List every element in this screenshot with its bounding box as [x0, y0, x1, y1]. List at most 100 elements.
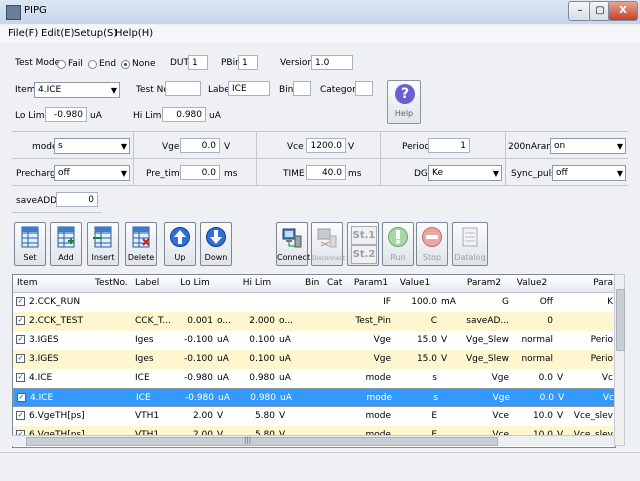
period-field[interactable]: 1 — [428, 138, 470, 153]
syncpulse-select-value: off — [556, 168, 568, 178]
row-checkbox[interactable]: ✓ — [16, 373, 25, 382]
column-header[interactable]: TestNo. — [95, 275, 131, 292]
column-header[interactable] — [441, 275, 457, 292]
vertical-scroll-thumb[interactable] — [616, 289, 625, 351]
table-row[interactable]: ✓6.VgeTH[ps]VTH12.00V5.80VmodeEVce10.0VV… — [13, 407, 615, 426]
radio-end[interactable] — [88, 60, 97, 69]
table-cell: G — [502, 297, 509, 307]
precharge-select[interactable]: off ▼ — [54, 165, 130, 181]
column-header[interactable]: Item — [17, 275, 93, 292]
category-field[interactable] — [355, 81, 373, 96]
vge-field[interactable]: 0.0 — [180, 138, 220, 153]
mode-select[interactable]: s ▼ — [54, 138, 130, 154]
table-cell — [239, 294, 275, 311]
column-header[interactable]: Param2 — [459, 275, 509, 292]
horizontal-scroll-thumb[interactable] — [26, 437, 498, 446]
row-checkbox[interactable]: ✓ — [16, 335, 25, 344]
pbin-field[interactable]: 1 — [238, 55, 258, 70]
table-cell: V — [558, 393, 565, 403]
table-cell — [305, 370, 325, 387]
add-button[interactable]: Add — [50, 222, 82, 266]
column-header[interactable]: Bin — [305, 275, 325, 292]
time-field[interactable]: 40.0 — [306, 165, 346, 180]
table-cell: normal — [521, 335, 553, 345]
column-header[interactable] — [279, 275, 301, 292]
row-checkbox[interactable]: ✓ — [16, 297, 25, 306]
row-checkbox[interactable]: ✓ — [17, 393, 26, 402]
divider — [12, 131, 628, 132]
table-row[interactable]: ✓ 3.IGES Iges -0.100 uA 0.100 uA Vge 15.0 V Vge_Sl… — [13, 331, 615, 350]
pretime-field[interactable]: 0.0 — [180, 165, 220, 180]
column-header[interactable]: Lo Lim — [177, 275, 213, 292]
syncpulse-select[interactable]: off ▼ — [552, 165, 626, 181]
table-row[interactable]: ✓ 4.ICE ICE -0.980 uA 0.980 uA mode s Vge 0.0 V Vc — [13, 369, 615, 388]
chevron-down-icon: ▼ — [616, 142, 623, 151]
down-button[interactable]: Down — [200, 222, 232, 266]
saveaddr-field[interactable]: 0 — [56, 192, 98, 207]
row-checkbox[interactable]: ✓ — [16, 316, 25, 325]
table-cell: ICE — [135, 373, 150, 383]
table-cell: 3.IGES — [29, 354, 59, 364]
help-button[interactable]: ? Help — [387, 80, 421, 124]
testno-field[interactable] — [165, 81, 201, 96]
menu-setup[interactable]: Setup(S) — [74, 28, 117, 39]
delete-button-label: Delete — [127, 253, 155, 262]
vce-field[interactable]: 1200.0 — [306, 138, 346, 153]
table-cell — [441, 313, 457, 330]
window-title: PIPG — [24, 5, 47, 16]
lo-limit-field[interactable]: -0.980 — [45, 107, 87, 122]
app-window: PIPG – ▢ X File(F) Edit(E) Setup(S) Help… — [0, 0, 640, 481]
radio-fail[interactable] — [57, 60, 66, 69]
arrow-down-icon — [206, 227, 226, 247]
radio-none[interactable] — [121, 60, 130, 69]
run-button[interactable]: Run — [382, 222, 414, 266]
item-select[interactable]: 4.ICE ▼ — [34, 82, 120, 98]
table-row[interactable]: ✓ 2.CCK_TEST CCK_T... 0.001 o... 2.000 o... Tes… — [13, 312, 615, 331]
disconnect-button[interactable]: Disconnect — [311, 222, 345, 266]
column-header[interactable] — [217, 275, 239, 292]
table-row[interactable]: ✓ 2.CCK_RUN IF 100.0 mA G Off K — [13, 293, 615, 312]
column-header[interactable]: Param1 — [351, 275, 391, 292]
column-header[interactable]: Value2 — [511, 275, 553, 292]
insert-button[interactable]: Insert — [87, 222, 119, 266]
close-button[interactable]: X — [608, 1, 638, 21]
vertical-scrollbar[interactable] — [614, 274, 625, 446]
column-header[interactable]: Cat — [327, 275, 349, 292]
table-cell: Iges — [135, 335, 154, 345]
table-cell — [441, 370, 457, 387]
table-row[interactable]: ✓ 4.ICE ICE -0.980 uA 0.980 uA mode s Vge 0.0 V Vc — [13, 388, 615, 407]
label-field[interactable]: ICE — [228, 81, 270, 96]
bin-field[interactable] — [293, 81, 311, 96]
menu-file[interactable]: File(F) — [8, 28, 38, 39]
table-row[interactable]: ✓ 3.IGES Iges -0.100 uA 0.100 uA Vge 15.0 V Vge_Sl… — [13, 350, 615, 369]
column-header[interactable] — [557, 275, 571, 292]
datalog-button[interactable]: Datalog — [452, 222, 488, 266]
stop-button[interactable]: Stop — [416, 222, 448, 266]
hi-limit-field[interactable]: 0.980 — [162, 107, 206, 122]
set-button[interactable]: Set — [14, 222, 46, 266]
row-checkbox[interactable]: ✓ — [16, 354, 25, 363]
delete-button[interactable]: Delete — [125, 222, 157, 266]
menu-help[interactable]: Help(H) — [115, 28, 153, 39]
dg-select[interactable]: Ke ▼ — [428, 165, 502, 181]
up-button[interactable]: Up — [164, 222, 196, 266]
version-field[interactable]: 1.0 — [311, 55, 353, 70]
table-cell — [573, 313, 613, 330]
connect-button[interactable]: Connect — [276, 222, 310, 266]
column-header[interactable]: Para — [573, 275, 613, 292]
station-button[interactable]: St.1 St.2 — [347, 222, 379, 266]
horizontal-scrollbar[interactable]: ||| — [12, 435, 614, 446]
divider — [256, 132, 257, 185]
column-header[interactable]: Hi Lim — [239, 275, 275, 292]
arange-select[interactable]: on ▼ — [550, 138, 626, 154]
dut-field[interactable]: 1 — [188, 55, 208, 70]
column-header[interactable]: Value1 — [393, 275, 437, 292]
insert-row-icon — [93, 226, 112, 248]
column-header[interactable]: Label — [135, 275, 177, 292]
datalog-button-label: Datalog — [454, 253, 486, 262]
dg-label: DG — [414, 169, 428, 179]
table-cell: V — [441, 354, 448, 364]
row-checkbox[interactable]: ✓ — [16, 411, 25, 420]
menu-edit[interactable]: Edit(E) — [41, 28, 75, 39]
table-cell — [327, 408, 349, 425]
